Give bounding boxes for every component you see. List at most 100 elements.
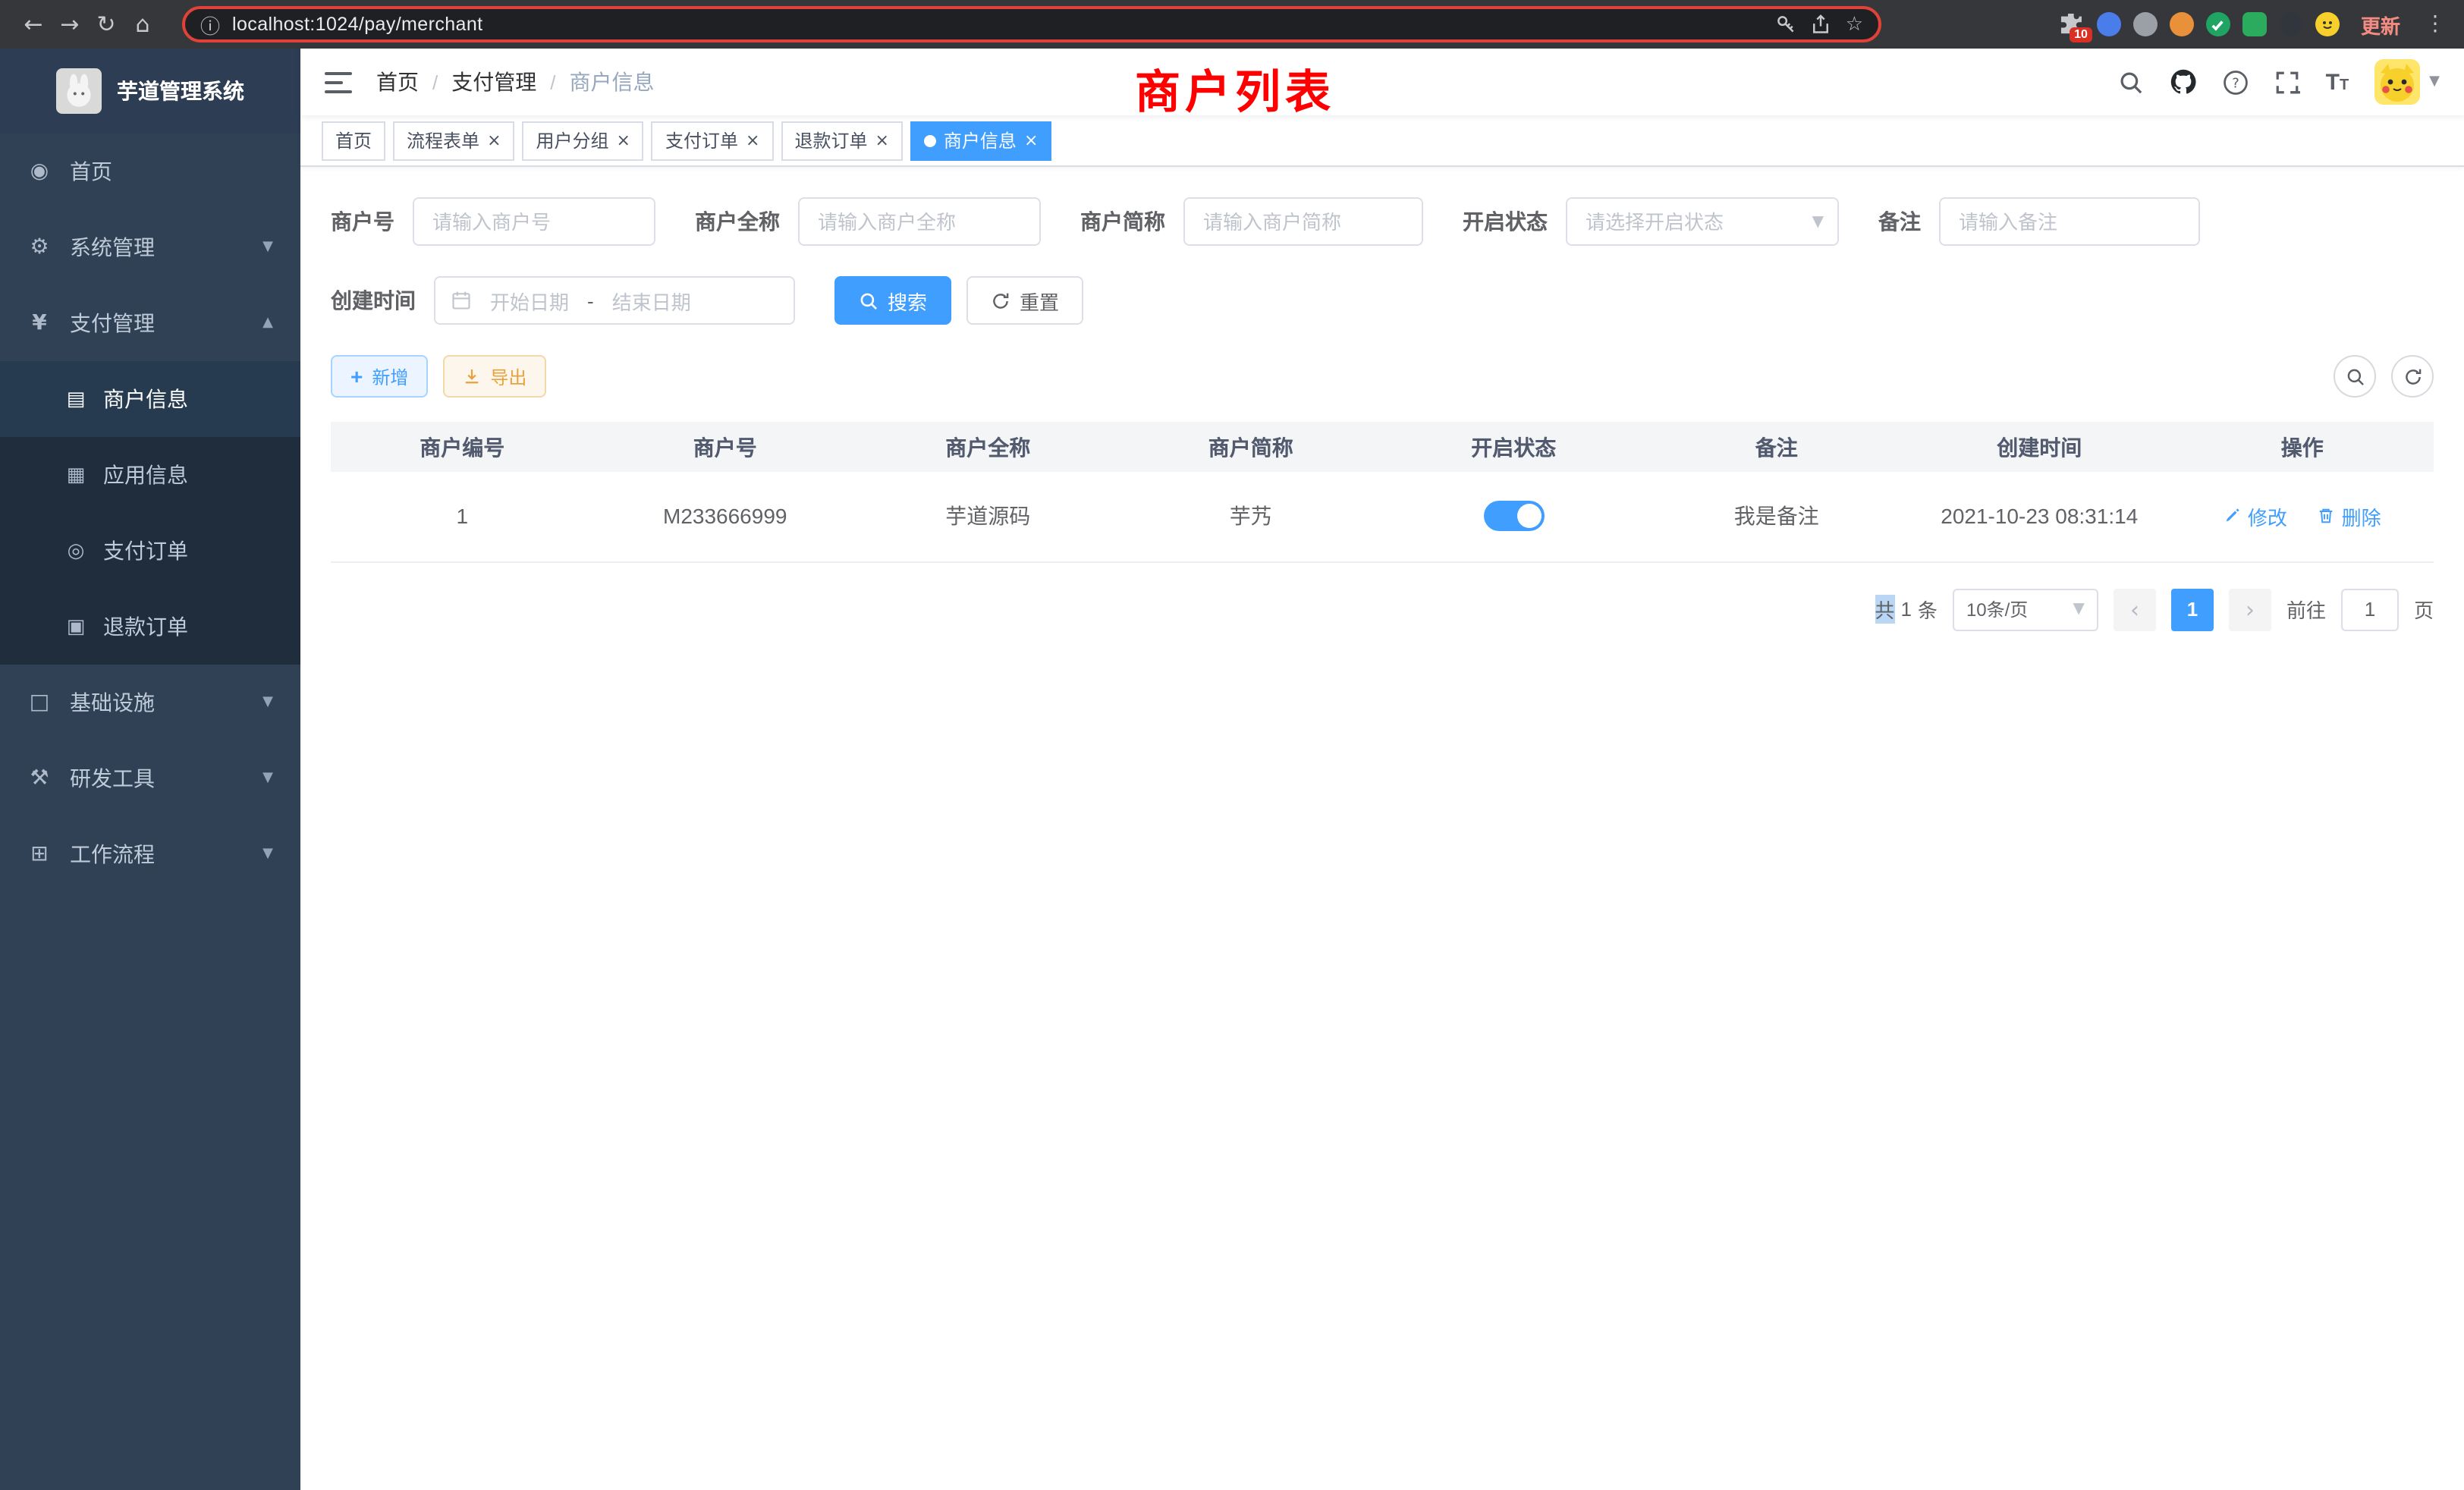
reload-icon[interactable]: ↻	[88, 6, 124, 42]
sidebar-item-system[interactable]: ⚙ 系统管理 ▼	[0, 209, 300, 285]
close-icon[interactable]: ×	[1024, 132, 1038, 149]
close-icon[interactable]: ×	[746, 132, 759, 149]
goto-page-input[interactable]	[2341, 588, 2399, 630]
page-content: 商户号 商户全称 商户简称 开启状态	[300, 167, 2464, 1490]
table-header-row: 商户编号 商户号 商户全称 商户简称 开启状态 备注 创建时间 操作	[331, 422, 2434, 472]
status-label: 开启状态	[1463, 206, 1548, 237]
total-unit: 条	[1918, 595, 1938, 624]
close-icon[interactable]: ×	[617, 132, 630, 149]
merchant-no-input[interactable]	[413, 197, 655, 246]
sidebar-fold-icon[interactable]	[325, 71, 352, 93]
back-icon[interactable]: ←	[15, 6, 52, 42]
share-icon[interactable]	[1811, 14, 1832, 35]
col-header: 开启状态	[1382, 422, 1645, 472]
tab-refund-order[interactable]: 退款订单 ×	[781, 121, 902, 160]
sidebar-item-home[interactable]: ◉ 首页	[0, 134, 300, 209]
edit-button-label: 修改	[2248, 502, 2287, 531]
extensions-area: 10 更新 ⋮	[2057, 10, 2449, 39]
home-icon[interactable]: ⌂	[124, 6, 161, 42]
ext-orange-icon[interactable]	[2170, 12, 2194, 36]
page-number-1[interactable]: 1	[2171, 588, 2214, 630]
bookmark-star-icon[interactable]: ☆	[1846, 13, 1863, 36]
prev-page-icon[interactable]: ‹	[2114, 588, 2156, 630]
sidebar-item-workflow[interactable]: ⊞ 工作流程 ▼	[0, 816, 300, 892]
col-header: 商户编号	[331, 422, 594, 472]
merchant-no-label: 商户号	[331, 206, 394, 237]
site-info-icon[interactable]: ⓘ	[200, 10, 220, 39]
active-dot	[924, 134, 936, 146]
app-logo[interactable]: 芋道管理系统	[0, 49, 300, 134]
reset-button[interactable]: 重置	[966, 276, 1083, 325]
user-avatar	[2374, 59, 2420, 105]
ext-blue-icon[interactable]	[2097, 12, 2121, 36]
sidebar-item-devtools[interactable]: ⚒ 研发工具 ▼	[0, 740, 300, 816]
add-button[interactable]: + 新增	[331, 355, 428, 398]
help-question-icon[interactable]: ?	[2223, 69, 2249, 95]
filter-row-1: 商户号 商户全称 商户简称 开启状态	[331, 197, 2434, 246]
next-page-icon[interactable]: ›	[2229, 588, 2271, 630]
tab-home[interactable]: 首页	[322, 121, 385, 160]
status-select[interactable]	[1566, 197, 1839, 246]
sidebar-item-pay-order[interactable]: ◎ 支付订单	[0, 513, 300, 589]
url-bar[interactable]: ⓘ localhost:1024/pay/merchant ☆	[182, 6, 1881, 42]
full-name-input[interactable]	[798, 197, 1041, 246]
page-size-select[interactable]: 10条/页 ▼	[1953, 588, 2098, 630]
sidebar-item-label: 支付管理	[70, 308, 155, 338]
sidebar-item-merchant-info[interactable]: ▤ 商户信息	[0, 361, 300, 437]
add-button-label: 新增	[372, 363, 408, 389]
tab-user-group[interactable]: 用户分组 ×	[523, 121, 644, 160]
sidebar-item-infra[interactable]: □ 基础设施 ▼	[0, 665, 300, 740]
sidebar-item-refund-order[interactable]: ▣ 退款订单	[0, 589, 300, 665]
merchant-table: 商户编号 商户号 商户全称 商户简称 开启状态 备注 创建时间 操作 1	[331, 422, 2434, 562]
user-menu[interactable]: ▼	[2374, 59, 2440, 105]
url-text[interactable]: localhost:1024/pay/merchant	[232, 14, 482, 35]
total-prefix: 共	[1875, 595, 1894, 624]
sidebar-item-payment[interactable]: ¥ 支付管理 ▲	[0, 285, 300, 361]
col-header: 操作	[2171, 422, 2434, 472]
ext-smiley-avatar[interactable]	[2315, 12, 2340, 36]
sidebar-item-label: 首页	[70, 156, 112, 187]
breadcrumb-current: 商户信息	[570, 67, 655, 97]
reset-button-label: 重置	[1020, 286, 1059, 315]
ext-gray-icon[interactable]	[2133, 12, 2158, 36]
header-search-icon[interactable]	[2118, 69, 2144, 95]
delete-button[interactable]: 删除	[2318, 502, 2381, 531]
date-range-picker[interactable]: 开始日期 - 结束日期	[434, 276, 795, 325]
ext-green-check-icon[interactable]	[2206, 12, 2230, 36]
key-icon[interactable]	[1776, 14, 1797, 35]
tab-label: 流程表单	[407, 127, 479, 153]
github-icon[interactable]	[2170, 68, 2197, 96]
sidebar-item-app-info[interactable]: ▦ 应用信息	[0, 437, 300, 513]
sidebar-item-label: 工作流程	[70, 839, 155, 869]
tools-icon: ⚒	[27, 766, 52, 791]
font-size-icon[interactable]: TT	[2326, 71, 2349, 93]
grid-icon: ▦	[64, 464, 88, 486]
browser-update-button[interactable]: 更新	[2361, 10, 2400, 39]
refresh-table-icon[interactable]	[2391, 355, 2434, 398]
extensions-puzzle-icon[interactable]: 10	[2057, 11, 2085, 38]
tab-merchant-info-active[interactable]: 商户信息 ×	[910, 121, 1051, 160]
tab-pay-order[interactable]: 支付订单 ×	[652, 121, 773, 160]
status-toggle[interactable]	[1483, 501, 1544, 532]
close-icon[interactable]: ×	[875, 132, 888, 149]
breadcrumb-payment[interactable]: 支付管理	[451, 67, 536, 97]
remark-input[interactable]	[1939, 197, 2200, 246]
breadcrumb-home[interactable]: 首页	[376, 67, 419, 97]
extensions-badge: 10	[2070, 27, 2092, 42]
ext-dark-icon[interactable]	[2279, 12, 2303, 36]
short-name-input[interactable]	[1183, 197, 1423, 246]
edit-button[interactable]: 修改	[2224, 502, 2287, 531]
fullscreen-icon[interactable]	[2274, 69, 2300, 95]
tab-label: 用户分组	[536, 127, 609, 153]
search-button[interactable]: 搜索	[834, 276, 951, 325]
show-search-toggle-icon[interactable]	[2334, 355, 2376, 398]
tab-label: 首页	[335, 127, 372, 153]
close-icon[interactable]: ×	[487, 132, 501, 149]
export-button[interactable]: 导出	[443, 355, 546, 398]
kebab-menu-icon[interactable]: ⋮	[2422, 12, 2449, 36]
col-header: 创建时间	[1908, 422, 2171, 472]
tab-label: 退款订单	[794, 127, 867, 153]
ext-green-square-icon[interactable]	[2242, 12, 2267, 36]
tab-process-form[interactable]: 流程表单 ×	[393, 121, 514, 160]
forward-icon[interactable]: →	[52, 6, 88, 42]
